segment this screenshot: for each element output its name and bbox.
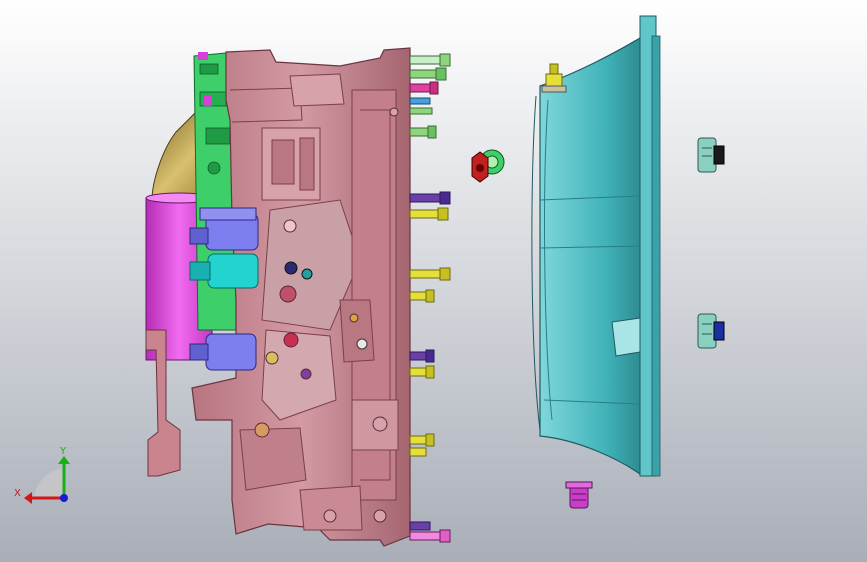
bolt[interactable]: [409, 521, 431, 531]
bolt[interactable]: [409, 447, 427, 457]
magenta-plug[interactable]: [565, 481, 593, 509]
bolt[interactable]: [409, 107, 433, 115]
triad-x-label: X: [14, 488, 21, 499]
bolt[interactable]: [409, 349, 435, 363]
solenoid-upper[interactable]: [189, 207, 259, 251]
bolt[interactable]: [409, 191, 451, 205]
teal-cover[interactable]: [531, 15, 661, 477]
bolt[interactable]: [409, 289, 435, 303]
bolt[interactable]: [409, 433, 435, 447]
bolt[interactable]: [409, 125, 437, 139]
bolt[interactable]: [409, 67, 447, 81]
cad-viewport[interactable]: Y X: [0, 0, 867, 562]
cover-window: [611, 317, 641, 357]
bolt[interactable]: [409, 81, 439, 95]
bolt[interactable]: [409, 97, 431, 105]
bolt[interactable]: [409, 207, 449, 221]
bolt[interactable]: [409, 529, 451, 543]
bolt[interactable]: [409, 267, 451, 281]
triad-z-axis: [60, 494, 68, 502]
bolt[interactable]: [409, 365, 435, 379]
triad-y-label: Y: [59, 446, 67, 457]
bolt[interactable]: [409, 53, 451, 67]
